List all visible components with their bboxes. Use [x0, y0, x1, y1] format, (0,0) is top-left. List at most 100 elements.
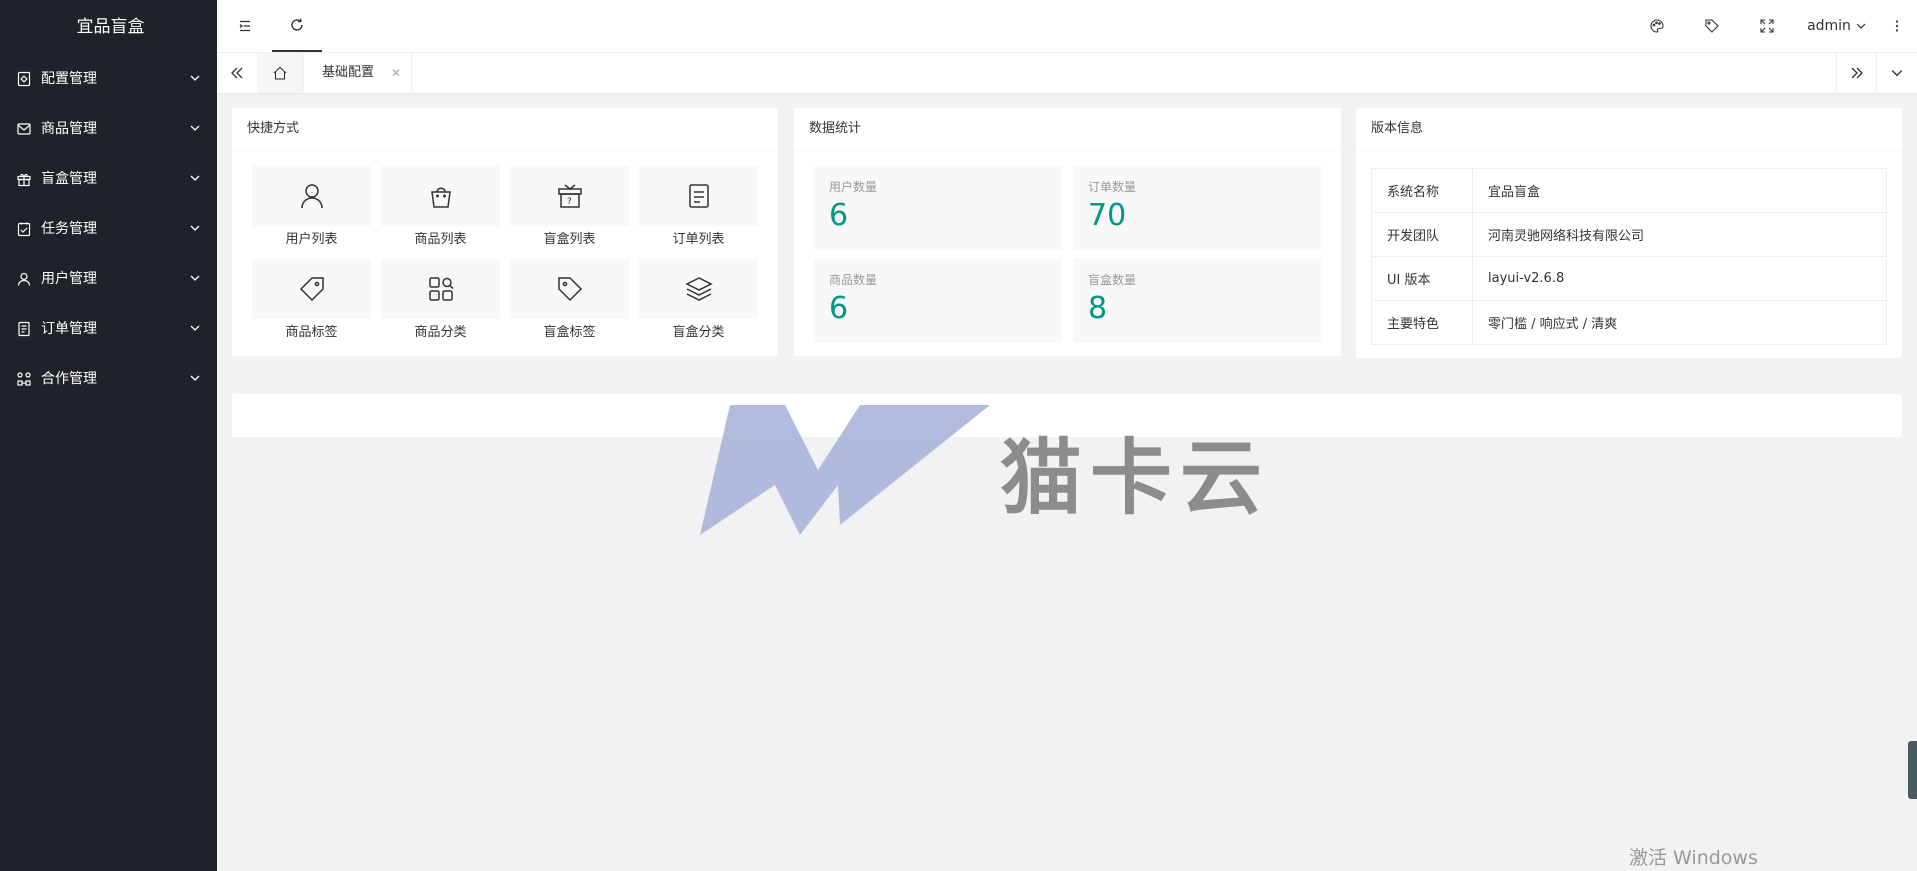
version-key: 主要特色 — [1371, 300, 1473, 345]
app-logo-title[interactable]: 宜品盲盒 — [0, 0, 217, 54]
mk-logo-icon — [700, 405, 990, 535]
stat-label: 商品数量 — [829, 273, 878, 287]
card-title: 数据统计 — [794, 108, 1341, 151]
sidebar: 宜品盲盒 配置管理 商品管理 盲盒管理 任务管理 用户管理 订单管理 合作管理 — [0, 0, 217, 871]
shortcut-blindbox-category[interactable]: 盲盒分类 — [639, 259, 758, 349]
more-button[interactable] — [1882, 0, 1912, 52]
chevron-down-icon — [190, 75, 200, 81]
sidebar-item-label: 任务管理 — [41, 221, 97, 237]
sidebar-item-config[interactable]: 配置管理 — [0, 54, 217, 104]
layers-icon — [684, 277, 713, 301]
tab-scroll-left-button[interactable] — [217, 53, 257, 93]
sidebar-item-cooperation[interactable]: 合作管理 — [0, 354, 217, 404]
theme-button[interactable] — [1632, 0, 1682, 52]
sidebar-item-goods[interactable]: 商品管理 — [0, 104, 217, 154]
sidebar-item-label: 盲盒管理 — [41, 171, 97, 187]
sidebar-item-task[interactable]: 任务管理 — [0, 204, 217, 254]
more-vertical-icon — [1895, 20, 1899, 32]
double-chevron-right-icon — [1851, 67, 1863, 79]
chevron-down-icon — [190, 275, 200, 281]
tab-home[interactable] — [257, 53, 304, 93]
cooperation-icon — [17, 372, 31, 386]
windows-activation-notice: 激活 Windows — [1629, 847, 1758, 869]
shortcut-order-list[interactable]: 订单列表 — [639, 166, 758, 256]
sidebar-item-label: 用户管理 — [41, 271, 97, 287]
watermark: 猫卡云 — [700, 400, 1270, 540]
sidebar-item-label: 合作管理 — [41, 371, 97, 387]
shortcut-blindbox-tag[interactable]: 盲盒标签 — [510, 259, 629, 349]
table-row: UI 版本 layui-v2.6.8 — [1371, 256, 1887, 301]
shortcut-blindbox-list[interactable]: ? 盲盒列表 — [510, 166, 629, 256]
watermark-text: 猫卡云 — [1000, 430, 1271, 526]
sidebar-item-user[interactable]: 用户管理 — [0, 254, 217, 304]
category-icon — [428, 277, 454, 301]
stat-value: 70 — [1088, 198, 1127, 233]
user-icon — [300, 184, 323, 209]
stat-orders[interactable]: 订单数量 70 — [1073, 166, 1321, 250]
version-card: 版本信息 系统名称 宜品盲盒 开发团队 河南灵驰网络科技有限公司 UI 版本 l… — [1356, 108, 1902, 358]
user-menu[interactable]: admin — [1797, 0, 1877, 52]
tab-basic-config[interactable]: 基础配置 ✕ — [304, 53, 412, 93]
double-chevron-left-icon — [231, 67, 243, 79]
shortcut-goods-category[interactable]: 商品分类 — [381, 259, 500, 349]
indent-icon — [239, 20, 250, 32]
username: admin — [1807, 18, 1851, 34]
chevron-down-icon — [190, 125, 200, 131]
stat-label: 订单数量 — [1088, 180, 1137, 194]
chevron-down-icon — [190, 375, 200, 381]
tag-icon — [299, 277, 324, 302]
tags-icon — [557, 277, 582, 302]
table-row: 系统名称 宜品盲盒 — [1371, 168, 1887, 213]
shortcut-label: 商品分类 — [414, 325, 467, 340]
shortcut-label: 商品标签 — [285, 325, 338, 340]
stat-goods[interactable]: 商品数量 6 — [814, 259, 1062, 343]
shortcut-goods-tag[interactable]: 商品标签 — [252, 259, 371, 349]
version-key: 开发团队 — [1371, 212, 1473, 257]
shortcut-label: 用户列表 — [285, 232, 338, 247]
shortcut-label: 盲盒列表 — [543, 232, 596, 247]
chevron-down-icon — [190, 325, 200, 331]
stat-label: 盲盒数量 — [1088, 273, 1137, 287]
version-key: 系统名称 — [1371, 168, 1473, 213]
chevron-down-icon — [1891, 70, 1903, 77]
stat-blindboxes[interactable]: 盲盒数量 8 — [1073, 259, 1321, 343]
shortcut-label: 商品列表 — [414, 232, 467, 247]
stat-value: 6 — [829, 198, 849, 233]
tab-scroll-right-button[interactable] — [1836, 53, 1877, 93]
mystery-box-icon: ? — [557, 184, 582, 208]
svg-text:?: ? — [567, 197, 572, 207]
table-row: 开发团队 河南灵驰网络科技有限公司 — [1371, 212, 1887, 257]
stat-label: 用户数量 — [829, 180, 878, 194]
sidebar-item-blindbox[interactable]: 盲盒管理 — [0, 154, 217, 204]
shortcut-goods-list[interactable]: 商品列表 — [381, 166, 500, 256]
shortcut-user-list[interactable]: 用户列表 — [252, 166, 371, 256]
table-row: 主要特色 零门槛 / 响应式 / 清爽 — [1371, 300, 1887, 345]
chevron-down-icon — [190, 225, 200, 231]
sidebar-item-order[interactable]: 订单管理 — [0, 304, 217, 354]
order-list-icon — [688, 184, 709, 208]
refresh-button[interactable] — [272, 0, 322, 52]
card-title: 版本信息 — [1356, 108, 1902, 151]
shortcut-label: 盲盒标签 — [543, 325, 596, 340]
tab-menu-button[interactable] — [1876, 53, 1917, 93]
mail-icon — [17, 123, 31, 135]
stat-value: 6 — [829, 291, 849, 326]
tag-icon — [1705, 19, 1719, 33]
stat-users[interactable]: 用户数量 6 — [814, 166, 1062, 250]
shortcut-label: 盲盒分类 — [672, 325, 725, 340]
fullscreen-button[interactable] — [1742, 0, 1792, 52]
close-icon[interactable]: ✕ — [391, 53, 401, 93]
collapse-sidebar-button[interactable] — [217, 0, 272, 52]
note-button[interactable] — [1687, 0, 1737, 52]
sidebar-item-label: 订单管理 — [41, 321, 97, 337]
version-value: 宜品盲盒 — [1472, 168, 1887, 213]
sidebar-item-label: 配置管理 — [41, 71, 97, 87]
sidebar-item-label: 商品管理 — [41, 121, 97, 137]
shortcut-label: 订单列表 — [672, 232, 725, 247]
bag-icon — [430, 187, 451, 208]
palette-icon — [1650, 19, 1664, 33]
version-key: UI 版本 — [1371, 256, 1473, 301]
side-drawer-handle[interactable] — [1908, 741, 1917, 799]
top-header: admin — [217, 0, 1917, 53]
home-icon — [273, 66, 287, 80]
